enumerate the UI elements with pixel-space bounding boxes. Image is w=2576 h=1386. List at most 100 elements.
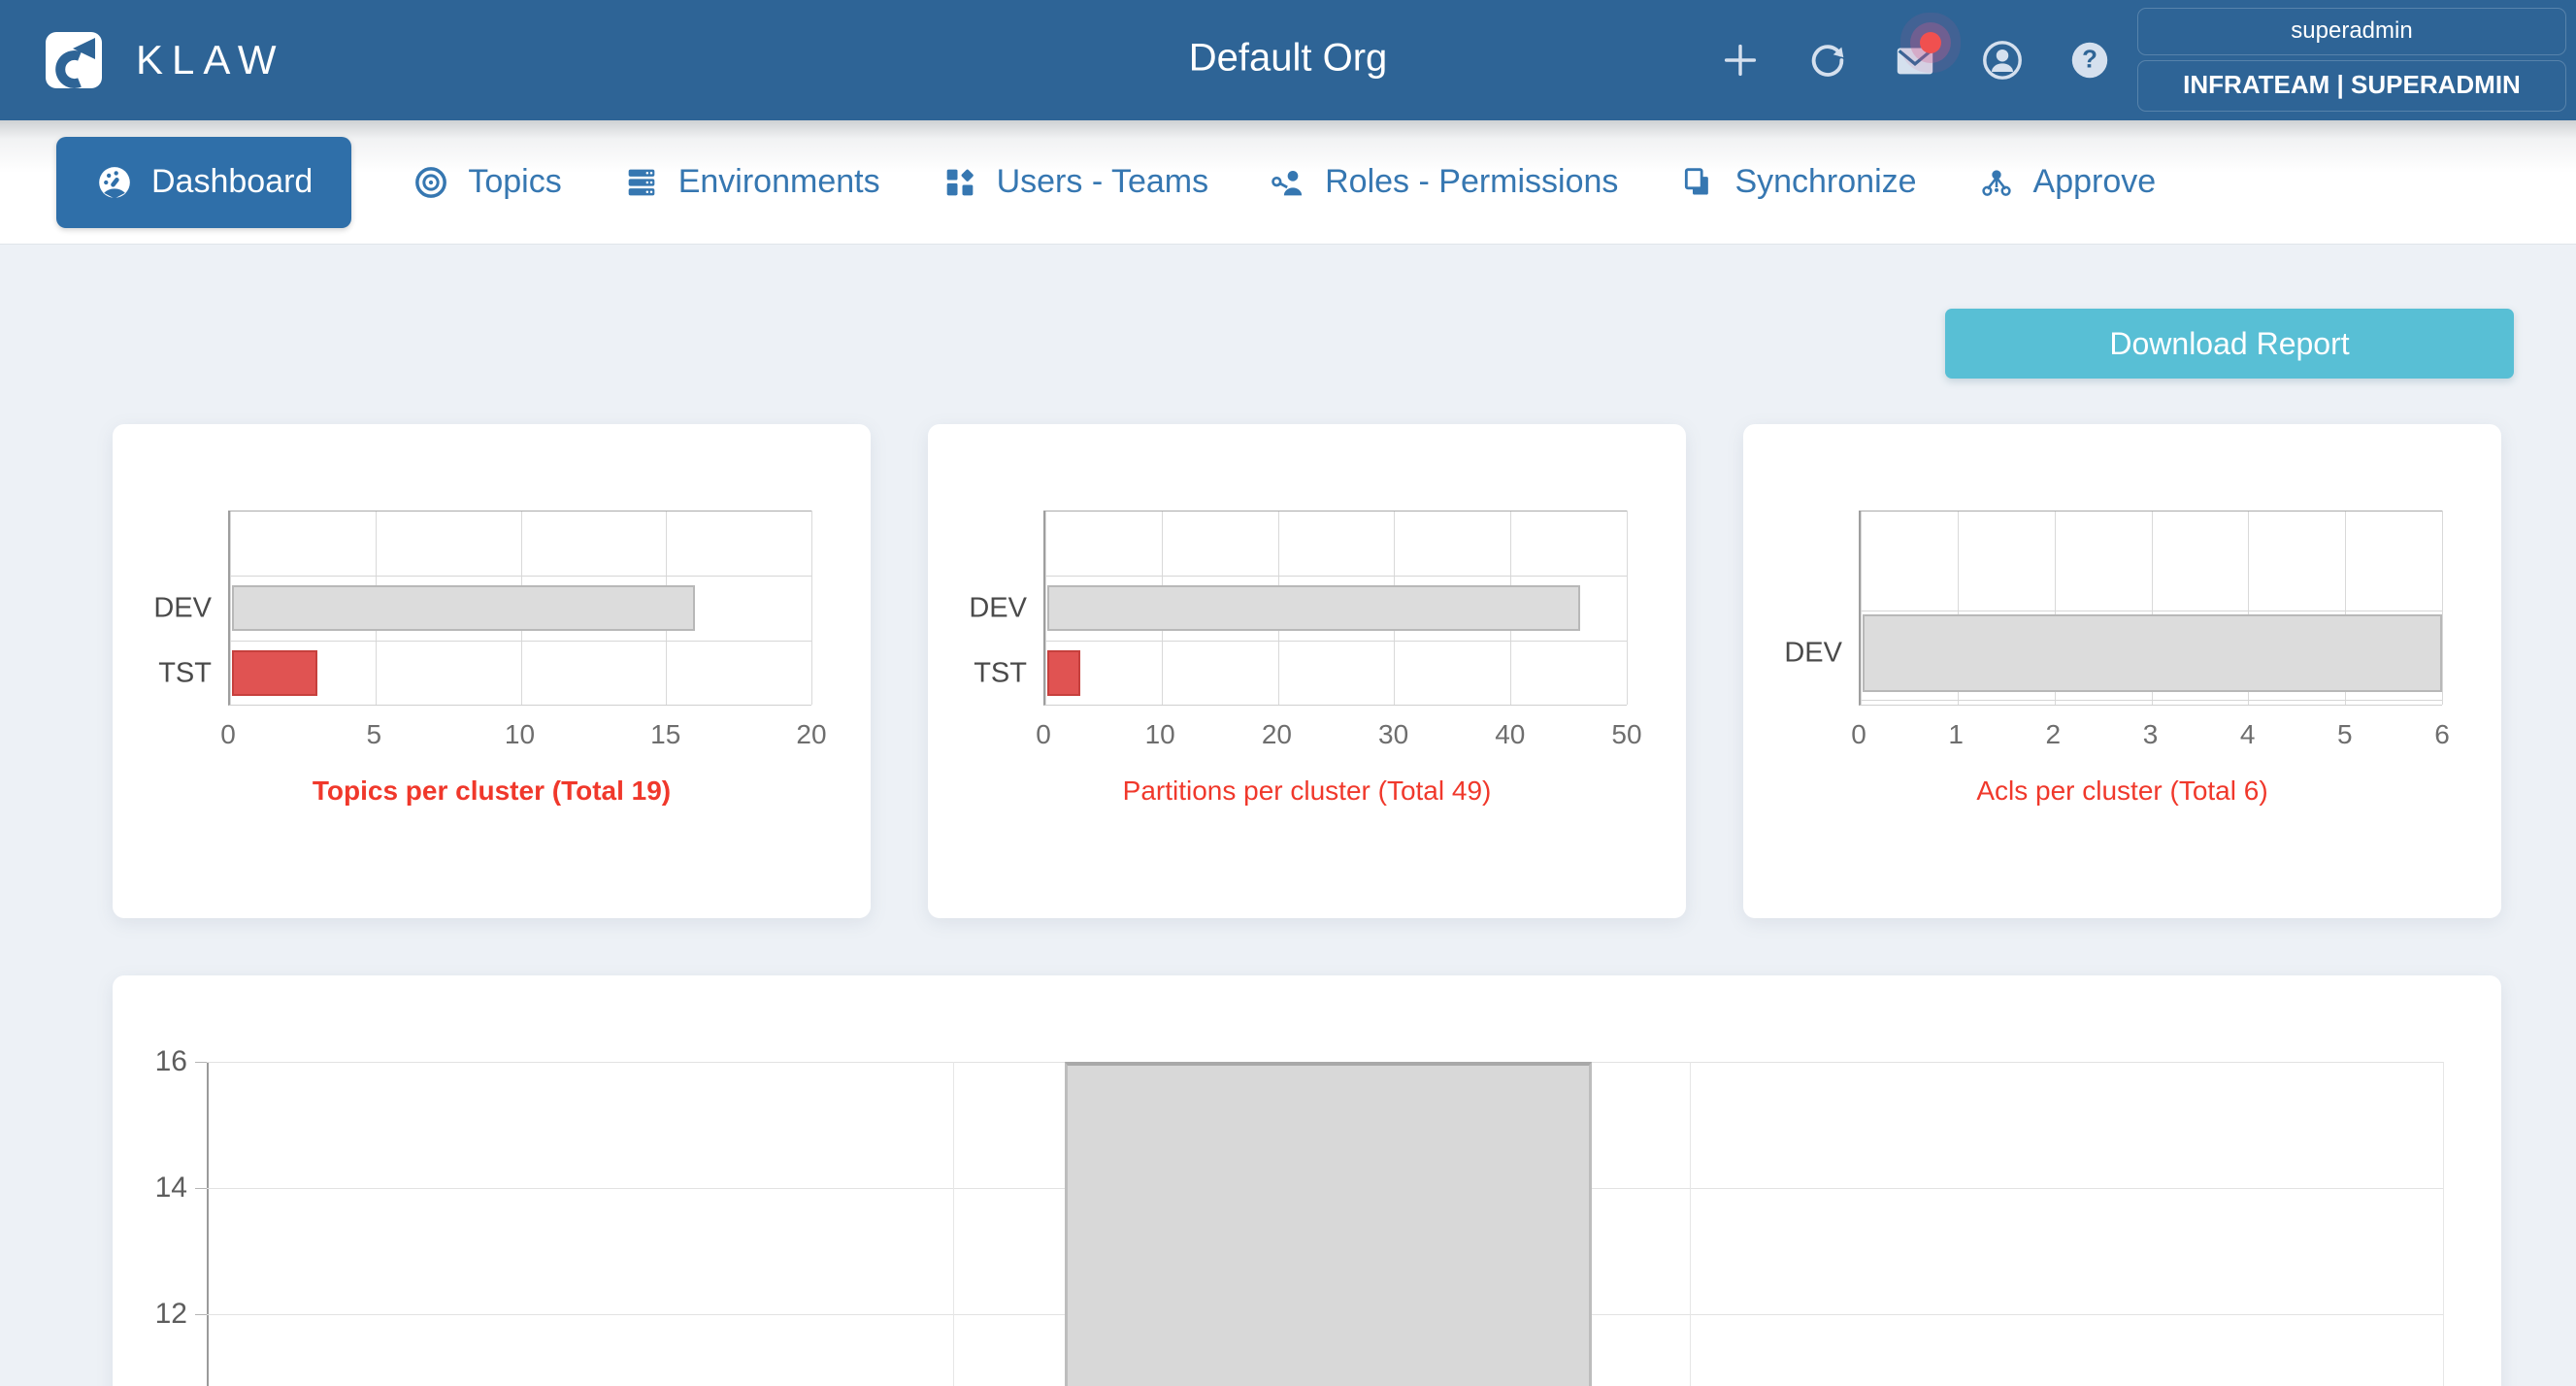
chart-card-topics-per-cluster: DEV TST 0 5 10 15 20 Topics per cluster (Total…: [113, 424, 871, 918]
x-gridline: [2443, 1062, 2444, 1386]
x-axis-tick-label: 6: [2434, 719, 2450, 750]
category-label-dev: DEV: [928, 592, 1027, 624]
y-gridline: [1045, 511, 1627, 512]
y-axis-tick-label: 14: [117, 1172, 187, 1204]
x-gridline: [1045, 511, 1046, 705]
app-header: KLAW Default Org: [0, 0, 2576, 120]
y-gridline: [1045, 641, 1627, 642]
team-role-button[interactable]: INFRATEAM | SUPERADMIN: [2137, 60, 2566, 112]
y-axis-tick-label: 12: [117, 1298, 187, 1331]
user-icon[interactable]: [1980, 38, 2025, 82]
x-axis-tick-label: 20: [796, 719, 826, 750]
x-axis-tick-label: 0: [1851, 719, 1866, 750]
y-axis-tick: [195, 1188, 207, 1189]
nav-item-label: Environments: [678, 163, 880, 201]
nav-item-label: Roles - Permissions: [1325, 163, 1618, 201]
y-axis-tick-label: 16: [117, 1045, 187, 1078]
help-icon[interactable]: ?: [2067, 38, 2112, 82]
header-action-icons: ?: [1718, 0, 2112, 120]
mail-icon[interactable]: [1893, 38, 1937, 82]
x-axis-tick-label: 0: [220, 719, 236, 750]
bar-dev: [1863, 614, 2442, 692]
y-gridline: [230, 511, 811, 512]
x-axis-tick-label: 5: [366, 719, 381, 750]
users-teams-icon: [941, 163, 979, 202]
x-axis-tick-label: 30: [1378, 719, 1408, 750]
nav-item-topics[interactable]: Topics: [412, 163, 561, 202]
dashboard-gauge-icon: [95, 163, 134, 202]
bottom-column-chart: 161412: [207, 1062, 2443, 1386]
x-axis-tick-label: 5: [2337, 719, 2353, 750]
nav-item-users-teams[interactable]: Users - Teams: [941, 163, 1209, 202]
download-report-button[interactable]: Download Report: [1945, 309, 2514, 379]
chart-card-partitions-per-cluster: DEVTST01020304050 Partitions per cluster…: [928, 424, 1686, 918]
x-gridline: [230, 511, 231, 705]
nav-item-dashboard[interactable]: Dashboard: [56, 137, 351, 228]
x-axis-tick-label: 4: [2240, 719, 2256, 750]
nav-item-label: Users - Teams: [997, 163, 1209, 201]
x-gridline: [1690, 1062, 1691, 1386]
nav-item-environments[interactable]: Environments: [622, 163, 880, 202]
y-gridline: [1861, 511, 2442, 512]
x-gridline: [1627, 511, 1628, 705]
svg-text:?: ?: [2082, 47, 2097, 74]
y-gridline: [230, 576, 811, 577]
bar-tst: [232, 650, 317, 696]
column-bar-dev: [1065, 1062, 1592, 1386]
org-title: Default Org: [1189, 37, 1388, 81]
nav-item-label: Synchronize: [1734, 163, 1916, 201]
x-axis-tick-label: 3: [2143, 719, 2159, 750]
main-nav: Dashboard Topics: [0, 120, 2576, 245]
category-label-tst: TST: [113, 657, 212, 689]
notification-dot: [1920, 32, 1941, 53]
nav-item-roles-permissions[interactable]: Roles - Permissions: [1269, 163, 1618, 202]
environments-stack-icon: [622, 163, 661, 202]
topics-per-cluster-chart: DEV TST 0 5 10 15 20 Topics per cluster (Total…: [113, 424, 871, 918]
category-label-dev: DEV: [113, 592, 212, 624]
x-axis-tick-label: 20: [1262, 719, 1292, 750]
add-icon[interactable]: [1718, 38, 1763, 82]
x-axis-tick-label: 10: [1145, 719, 1175, 750]
x-gridline: [1861, 511, 1862, 705]
partitions-per-cluster-chart: DEVTST01020304050 Partitions per cluster…: [928, 424, 1686, 918]
x-axis-tick-label: 2: [2046, 719, 2062, 750]
y-gridline: [1861, 700, 2442, 701]
nav-item-label: Topics: [468, 163, 561, 201]
bar-dev: [232, 585, 695, 631]
x-gridline: [2442, 511, 2443, 705]
category-label-dev: DEV: [1743, 638, 1842, 670]
bar-tst: [1047, 650, 1080, 696]
y-axis-tick: [195, 1314, 207, 1315]
brand-name: KLAW: [136, 37, 284, 83]
bar-dev: [1047, 585, 1580, 631]
klaw-logo-icon[interactable]: [45, 31, 103, 89]
user-menu: superadmin INFRATEAM | SUPERADMIN: [2137, 8, 2566, 112]
nav-item-approve[interactable]: Approve: [1977, 163, 2157, 202]
nav-item-label: Dashboard: [151, 163, 313, 201]
approve-icon: [1977, 163, 2016, 202]
y-gridline: [1045, 576, 1627, 577]
username-button[interactable]: superadmin: [2137, 8, 2566, 55]
nav-item-synchronize[interactable]: Synchronize: [1678, 163, 1916, 202]
roles-permissions-icon: [1269, 163, 1307, 202]
y-axis-tick: [195, 1062, 207, 1063]
klaw-dashboard-page: KLAW Default Org: [0, 0, 2576, 1386]
x-axis-tick-label: 1: [1948, 719, 1964, 750]
chart-title: Partitions per cluster (Total 49): [928, 776, 1686, 807]
x-gridline: [953, 1062, 954, 1386]
x-gridline: [811, 511, 812, 705]
category-label-tst: TST: [928, 657, 1027, 689]
acls-per-cluster-chart: DEV0123456 Acls per cluster (Total 6): [1743, 424, 2501, 918]
synchronize-icon: [1678, 163, 1717, 202]
x-axis-tick-label: 15: [650, 719, 680, 750]
topics-bullseye-icon: [412, 163, 450, 202]
refresh-icon[interactable]: [1805, 38, 1850, 82]
x-axis-tick-label: 40: [1495, 719, 1525, 750]
chart-card-acls-per-cluster: DEV0123456 Acls per cluster (Total 6): [1743, 424, 2501, 918]
x-axis-tick-label: 10: [505, 719, 535, 750]
chart-title: Topics per cluster (Total 19): [113, 776, 871, 807]
y-gridline: [1861, 610, 2442, 611]
y-axis-line: [207, 1062, 209, 1386]
nav-item-label: Approve: [2033, 163, 2157, 201]
chart-card-bottom-column-chart: 16 14 12: [113, 975, 2501, 1386]
